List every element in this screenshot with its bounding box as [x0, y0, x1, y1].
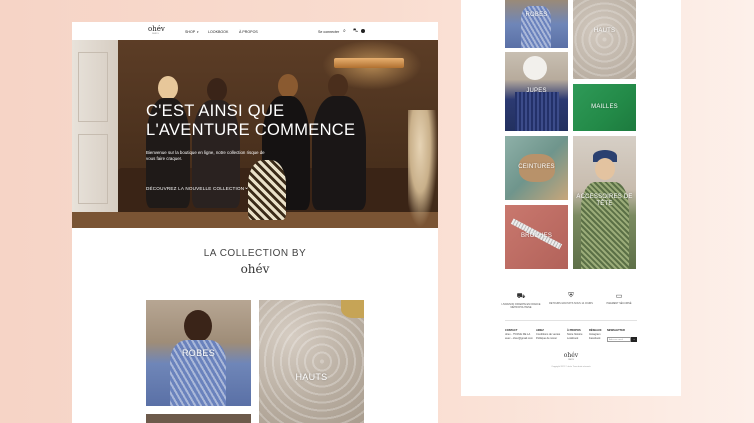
feature-payment: ▭ PAIEMENT SÉCURISÉ — [589, 292, 649, 305]
cart-icon[interactable]: ⛍ — [353, 28, 358, 35]
collection-brand-logo: ohév — [240, 262, 270, 276]
person-head — [328, 74, 348, 98]
pampas-decor — [408, 110, 438, 228]
person-head — [278, 74, 298, 98]
tile-label: ACCESSOIRES DE TÊTE — [576, 194, 633, 207]
blouse — [523, 56, 547, 80]
hero-title: C'EST AINSI QUE L'AVENTURE COMMENCE — [146, 102, 366, 140]
nav-item-lookbook[interactable]: LOOKBOOK — [208, 30, 228, 34]
hero-title-line: L'AVENTURE COMMENCE — [146, 121, 356, 139]
tile-label: ROBES — [525, 12, 548, 18]
category-tile-robes[interactable]: ROBES — [146, 300, 251, 406]
category-tile-hauts[interactable]: HAUTS — [573, 0, 636, 79]
chevron-down-icon[interactable]: ⌄ — [244, 184, 249, 191]
person-head — [207, 78, 227, 102]
footer-logo-sub: PARIS — [568, 359, 574, 361]
tile-label: ROBES — [181, 348, 215, 358]
brand-tagline: PARIS — [152, 33, 159, 35]
lace-texture — [573, 0, 636, 79]
chevron-down-icon[interactable]: ▾ — [197, 30, 199, 34]
tile-label: CEINTURES — [518, 164, 555, 170]
footer-link[interactable]: Facebook — [589, 337, 602, 341]
category-tile-hauts[interactable]: HAUTS — [259, 300, 364, 423]
collection-title: LA COLLECTION BY — [203, 248, 307, 259]
hero-cta-link[interactable]: DÉCOUVREZ LA NOUVELLE COLLECTION — [146, 186, 244, 191]
category-tile-ceintures[interactable]: CEINTURES — [505, 136, 568, 200]
tile-label: HAUTS — [593, 28, 616, 34]
hero-banner: C'EST AINSI QUE L'AVENTURE COMMENCE Bien… — [72, 40, 438, 228]
nav-item-about[interactable]: À PROPOS — [239, 30, 258, 34]
hero-title-line: C'EST AINSI QUE — [146, 102, 285, 120]
newsletter-email-input[interactable]: Adresse email — [607, 337, 631, 342]
category-tile-broches[interactable]: BROCHES — [505, 205, 568, 269]
door-panel — [78, 52, 108, 122]
footer-link[interactable]: Politique de retour — [536, 337, 560, 341]
login-link[interactable]: Se connecter — [318, 30, 339, 34]
footer-link[interactable]: avec - ohev@gmail.com — [505, 337, 533, 341]
tile-label: MAILLES — [591, 104, 618, 110]
category-tile-mailles[interactable]: MAILLES — [573, 84, 636, 131]
footer-column-about: À PROPOS Notre histoire Lookbook — [567, 329, 582, 340]
footer-column-contact: CONTACT ohev - 75 RUE DE LA avec - ohev@… — [505, 329, 533, 340]
tile-label: JUPES — [526, 88, 547, 94]
brand-logo[interactable]: ohév — [148, 25, 165, 33]
category-tile-accessoires[interactable]: ACCESSOIRES DE TÊTE — [573, 136, 636, 269]
newsletter-submit-button[interactable]: → — [631, 337, 637, 342]
search-icon[interactable]: ⌕ — [343, 28, 346, 34]
top-navigation: ohév PARIS SHOP ▾ LOOKBOOK À PROPOS Se c… — [72, 22, 438, 40]
footer-heading: NEWSLETTER — [607, 329, 625, 332]
category-tile-jupes[interactable]: JUPES — [505, 52, 568, 131]
mustard-accent — [341, 300, 364, 318]
person-head — [158, 76, 178, 100]
feature-text: PAIEMENT SÉCURISÉ — [606, 302, 632, 305]
homepage-mockup: ohév PARIS SHOP ▾ LOOKBOOK À PROPOS Se c… — [72, 22, 438, 423]
hero-subtitle: Bienvenue sur la boutique en ligne, notr… — [146, 150, 265, 161]
category-page-mockup: ROBES HAUTS JUPES MAILLES CEINTURES ACCE… — [461, 0, 681, 396]
nav-item-shop[interactable]: SHOP — [185, 30, 195, 34]
tile-label: HAUTS — [295, 372, 328, 382]
footer-column-social: RÉSEAUX Instagram Facebook — [589, 329, 602, 340]
footer-divider — [505, 320, 637, 321]
skirt-pleats — [515, 92, 559, 131]
copyright-text: Copyright 2021 © ohév. Tous droits réser… — [551, 366, 591, 368]
tile-label: BROCHES — [520, 233, 553, 239]
footer-link[interactable]: Lookbook — [567, 337, 582, 341]
leopard-skirt — [248, 160, 286, 220]
lace-texture — [259, 300, 364, 423]
cart-count-badge — [361, 29, 365, 33]
footer-column-newsletter: NEWSLETTER — [607, 329, 625, 333]
ceiling-lamp — [334, 58, 404, 68]
footer-column-aide: AIDEZ Conditions de ventes Politique de … — [536, 329, 560, 340]
category-tile-robes[interactable]: ROBES — [505, 0, 568, 48]
footer-logo[interactable]: ohév — [461, 352, 681, 359]
door-panel — [78, 134, 108, 204]
model-head — [595, 158, 615, 180]
card-icon: ▭ — [615, 293, 623, 300]
category-tile-next[interactable] — [146, 414, 251, 423]
model-head — [184, 310, 212, 342]
